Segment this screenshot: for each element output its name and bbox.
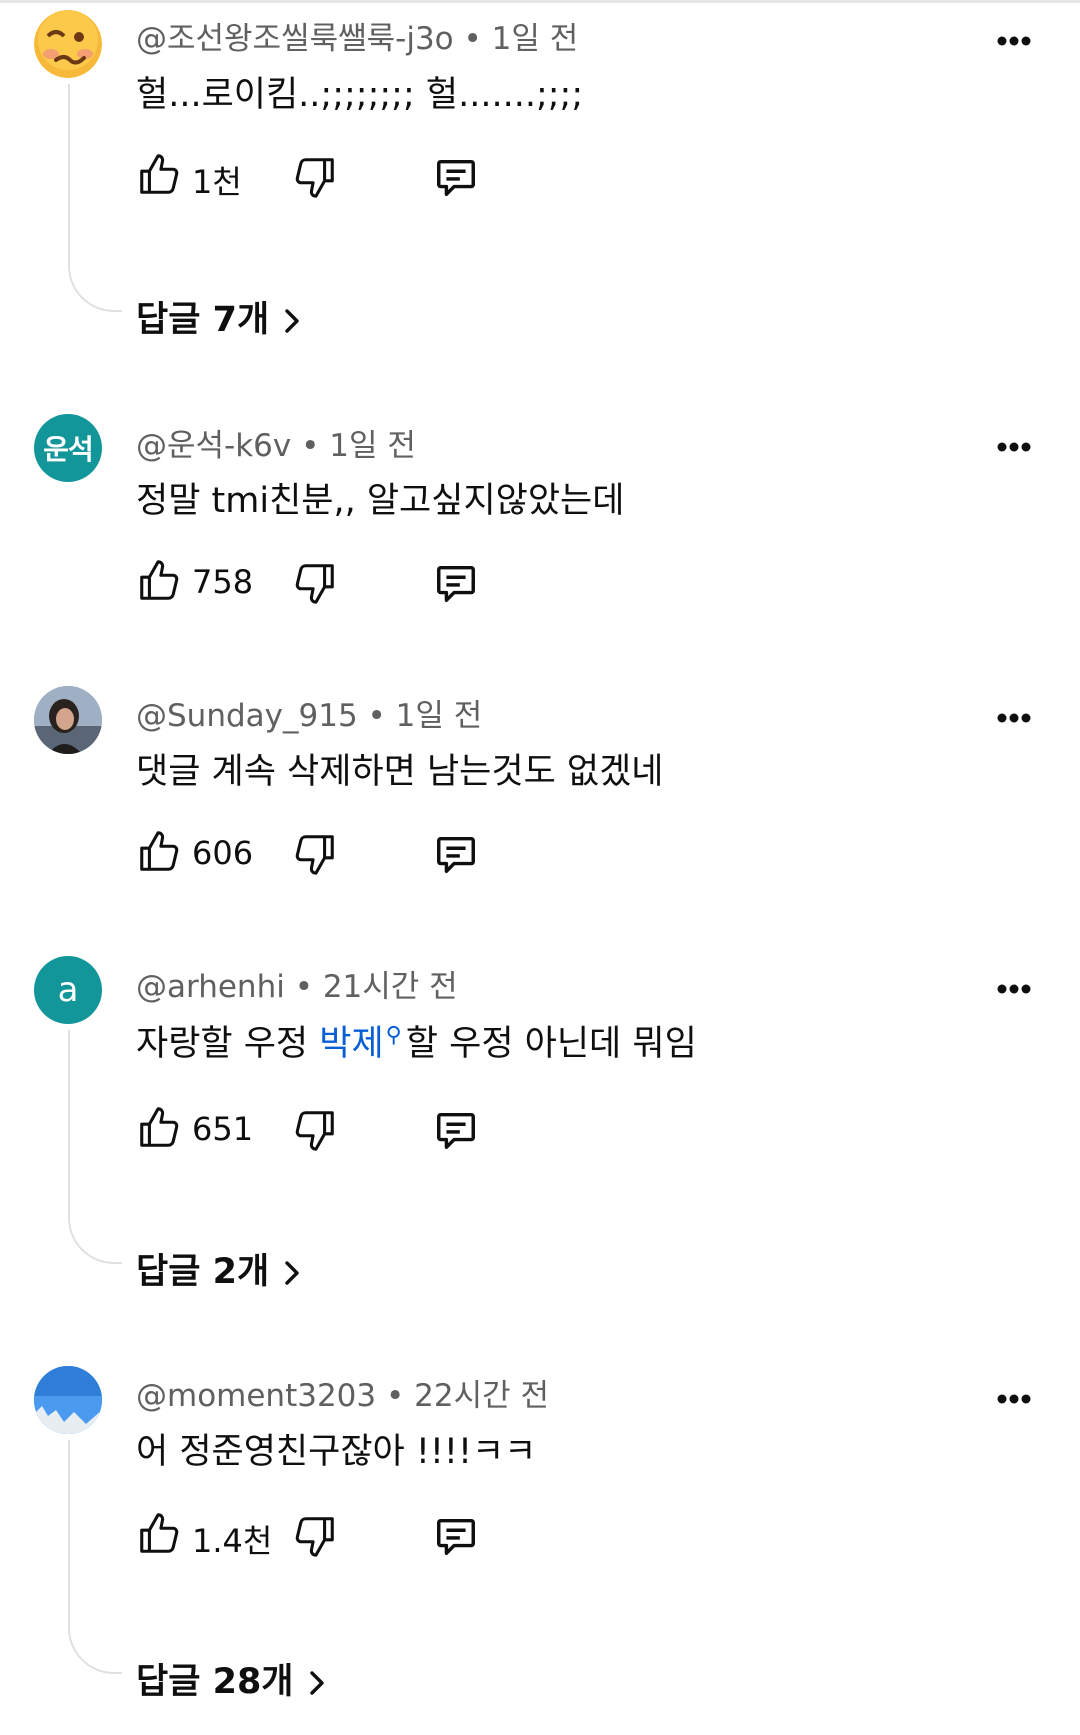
thumb-up-icon[interactable] bbox=[136, 1511, 182, 1557]
thumb-up-icon[interactable] bbox=[136, 152, 182, 198]
thumb-up-icon[interactable] bbox=[136, 1105, 182, 1151]
thumb-down-icon[interactable] bbox=[292, 1107, 338, 1153]
profile-photo bbox=[34, 1366, 102, 1434]
replies-label: 답글 28개 bbox=[136, 1662, 294, 1702]
meta-separator: • bbox=[367, 698, 396, 734]
thread-line bbox=[68, 1440, 122, 1674]
reply-icon[interactable] bbox=[432, 1107, 480, 1153]
comment-meta: @arhenhi • 21시간 전 bbox=[136, 961, 458, 1006]
replies-label: 답글 2개 bbox=[136, 1252, 270, 1292]
author-handle[interactable]: @조선왕조씰룩쌜룩-j3o bbox=[136, 21, 454, 57]
comment-time[interactable]: 22시간 전 bbox=[414, 1378, 549, 1414]
more-icon[interactable] bbox=[994, 26, 1034, 56]
chevron-right-icon bbox=[279, 306, 305, 336]
thumb-down-icon[interactable] bbox=[292, 560, 338, 606]
meta-separator: • bbox=[386, 1378, 415, 1414]
more-icon[interactable] bbox=[994, 432, 1034, 462]
search-icon[interactable]: ⚲ bbox=[386, 1023, 402, 1048]
thumb-down-icon[interactable] bbox=[292, 831, 338, 877]
comment-text: 자랑할 우정 박제⚲ 할 우정 아닌데 뭐임 bbox=[136, 1015, 697, 1066]
replies-label: 답글 7개 bbox=[136, 300, 270, 340]
comment-time[interactable]: 1일 전 bbox=[492, 21, 579, 57]
meta-separator: • bbox=[463, 21, 492, 57]
avatar-label: 운석 bbox=[43, 433, 94, 466]
more-icon[interactable] bbox=[994, 703, 1034, 733]
woozy-face-emoji bbox=[34, 10, 102, 78]
thread-line bbox=[68, 84, 122, 312]
reply-icon[interactable] bbox=[432, 831, 480, 877]
reply-icon[interactable] bbox=[432, 1513, 480, 1559]
avatar[interactable] bbox=[34, 10, 102, 78]
comment-time[interactable]: 1일 전 bbox=[396, 698, 483, 734]
comment-meta: @운석-k6v • 1일 전 bbox=[136, 420, 416, 465]
author-handle[interactable]: @Sunday_915 bbox=[136, 698, 358, 734]
author-handle[interactable]: @arhenhi bbox=[136, 969, 285, 1005]
chevron-right-icon bbox=[279, 1258, 305, 1288]
comment-text: 헐...로이킴..;;;;;;;; 헐.......;;;; bbox=[136, 75, 584, 115]
text-segment: 할 우정 아닌데 뭐임 bbox=[405, 1024, 697, 1064]
text-segment: 자랑할 우정 bbox=[136, 1024, 320, 1064]
meta-separator: • bbox=[301, 428, 330, 464]
reply-icon[interactable] bbox=[432, 154, 480, 200]
search-link[interactable]: 박제 bbox=[319, 1024, 383, 1064]
like-count: 1천 bbox=[192, 163, 242, 201]
author-handle[interactable]: @운석-k6v bbox=[136, 428, 291, 464]
avatar[interactable] bbox=[34, 686, 102, 754]
avatar[interactable]: 운석 bbox=[34, 414, 102, 482]
like-count: 606 bbox=[192, 834, 254, 872]
comment-text: 어 정준영친구잖아 !!!!ㅋㅋ bbox=[136, 1432, 537, 1472]
thumb-up-icon[interactable] bbox=[136, 829, 182, 875]
comment-meta: @moment3203 • 22시간 전 bbox=[136, 1370, 549, 1415]
view-replies-button[interactable]: 답글 28개 bbox=[136, 1653, 330, 1704]
view-replies-button[interactable]: 답글 7개 bbox=[136, 291, 305, 342]
comment-time[interactable]: 1일 전 bbox=[329, 428, 416, 464]
comment-text: 댓글 계속 삭제하면 남는것도 없겠네 bbox=[136, 752, 664, 792]
thumb-down-icon[interactable] bbox=[292, 154, 338, 200]
meta-separator: • bbox=[294, 969, 323, 1005]
like-count: 758 bbox=[192, 563, 254, 601]
avatar[interactable] bbox=[34, 1366, 102, 1434]
like-count: 651 bbox=[192, 1110, 254, 1148]
comment-meta: @Sunday_915 • 1일 전 bbox=[136, 690, 482, 735]
author-handle[interactable]: @moment3203 bbox=[136, 1378, 376, 1414]
avatar-label: a bbox=[57, 970, 79, 1010]
comment-time[interactable]: 21시간 전 bbox=[323, 969, 458, 1005]
chevron-right-icon bbox=[304, 1668, 330, 1698]
top-divider bbox=[0, 0, 1080, 3]
more-icon[interactable] bbox=[994, 974, 1034, 1004]
more-icon[interactable] bbox=[994, 1384, 1034, 1414]
comment-text: 정말 tmi친분,, 알고싶지않았는데 bbox=[136, 481, 625, 521]
profile-photo bbox=[34, 686, 102, 754]
reply-icon[interactable] bbox=[432, 560, 480, 606]
thumb-down-icon[interactable] bbox=[292, 1513, 338, 1559]
comment-meta: @조선왕조씰룩쌜룩-j3o • 1일 전 bbox=[136, 13, 578, 58]
thread-line bbox=[68, 1030, 122, 1264]
avatar[interactable]: a bbox=[34, 956, 102, 1024]
thumb-up-icon[interactable] bbox=[136, 558, 182, 604]
view-replies-button[interactable]: 답글 2개 bbox=[136, 1243, 305, 1294]
like-count: 1.4천 bbox=[192, 1522, 273, 1560]
